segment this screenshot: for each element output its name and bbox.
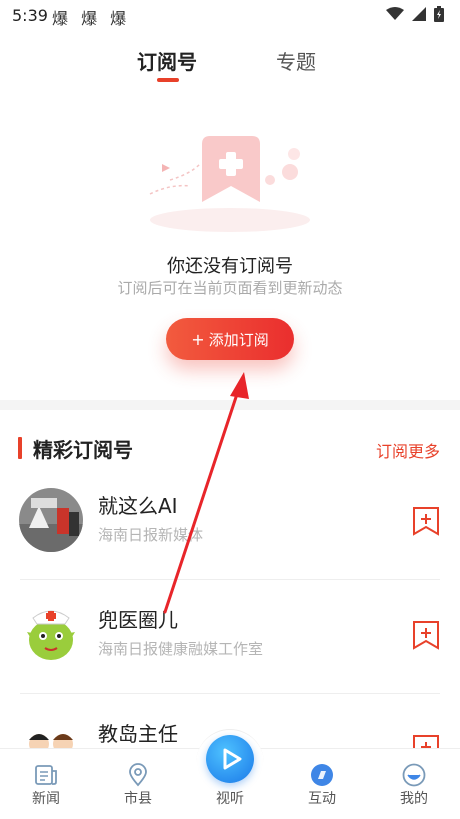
nav-news[interactable]: 新闻 bbox=[16, 749, 76, 819]
section-accent-bar bbox=[18, 437, 22, 459]
signal-icon bbox=[412, 7, 426, 21]
location-icon bbox=[129, 763, 147, 787]
tab-active-indicator bbox=[157, 78, 179, 82]
tab-subscriptions[interactable]: 订阅号 bbox=[137, 46, 197, 75]
interact-icon bbox=[311, 764, 333, 786]
profile-icon bbox=[402, 763, 426, 787]
add-subscription-label: 添加订阅 bbox=[208, 330, 269, 349]
tab-topics[interactable]: 专题 bbox=[276, 46, 316, 75]
nav-county[interactable]: 市县 bbox=[108, 749, 168, 819]
featured-title: 精彩订阅号 bbox=[33, 438, 133, 462]
avatar bbox=[19, 602, 83, 666]
tab-bar: 订阅号 专题 bbox=[0, 40, 460, 84]
featured-header: 精彩订阅号 订阅更多 bbox=[0, 430, 460, 466]
item-description: 海南日报新媒体 bbox=[98, 526, 204, 544]
empty-state: 你还没有订阅号 订阅后可在当前页面看到更新动态 + 添加订阅 bbox=[0, 84, 460, 404]
list-item[interactable]: 兜医圈儿 海南日报健康融媒工作室 bbox=[0, 580, 460, 694]
play-icon bbox=[206, 735, 254, 783]
status-bar: 5:39 爆 爆 爆 bbox=[0, 0, 460, 32]
nav-label: 视听 bbox=[216, 791, 244, 807]
add-subscription-button[interactable]: + 添加订阅 bbox=[166, 318, 294, 360]
battery-icon bbox=[434, 6, 444, 22]
news-icon bbox=[35, 765, 57, 785]
wifi-icon bbox=[386, 7, 404, 20]
subscribe-more-link[interactable]: 订阅更多 bbox=[376, 438, 440, 462]
empty-bookmark-illustration-icon bbox=[149, 136, 310, 232]
item-name: 兜医圈儿 bbox=[98, 608, 178, 632]
empty-state-subtitle: 订阅后可在当前页面看到更新动态 bbox=[117, 279, 343, 297]
add-subscription-icon[interactable] bbox=[412, 506, 440, 536]
add-subscription-icon[interactable] bbox=[412, 620, 440, 650]
item-name: 就这么AI bbox=[98, 494, 178, 518]
nav-label: 我的 bbox=[400, 791, 428, 807]
notification-icons: 爆 爆 爆 bbox=[52, 9, 131, 28]
bottom-nav: 新闻 市县 视听 互动 我的 bbox=[0, 729, 460, 819]
nav-video[interactable]: 视听 bbox=[200, 735, 260, 819]
status-time: 5:39 bbox=[12, 6, 48, 25]
status-indicators bbox=[386, 6, 444, 22]
plus-icon: + bbox=[191, 329, 205, 349]
item-description: 海南日报健康融媒工作室 bbox=[98, 640, 264, 658]
item-name: 教岛主任 bbox=[98, 722, 178, 746]
avatar bbox=[19, 488, 83, 552]
nav-mine[interactable]: 我的 bbox=[384, 749, 444, 819]
nav-label: 市县 bbox=[124, 791, 152, 807]
empty-state-title: 你还没有订阅号 bbox=[167, 256, 293, 277]
nav-interact[interactable]: 互动 bbox=[292, 749, 352, 819]
section-divider bbox=[0, 400, 460, 410]
list-item[interactable]: 就这么AI 海南日报新媒体 bbox=[0, 466, 460, 580]
nav-label: 新闻 bbox=[32, 791, 60, 807]
nav-label: 互动 bbox=[308, 791, 336, 807]
